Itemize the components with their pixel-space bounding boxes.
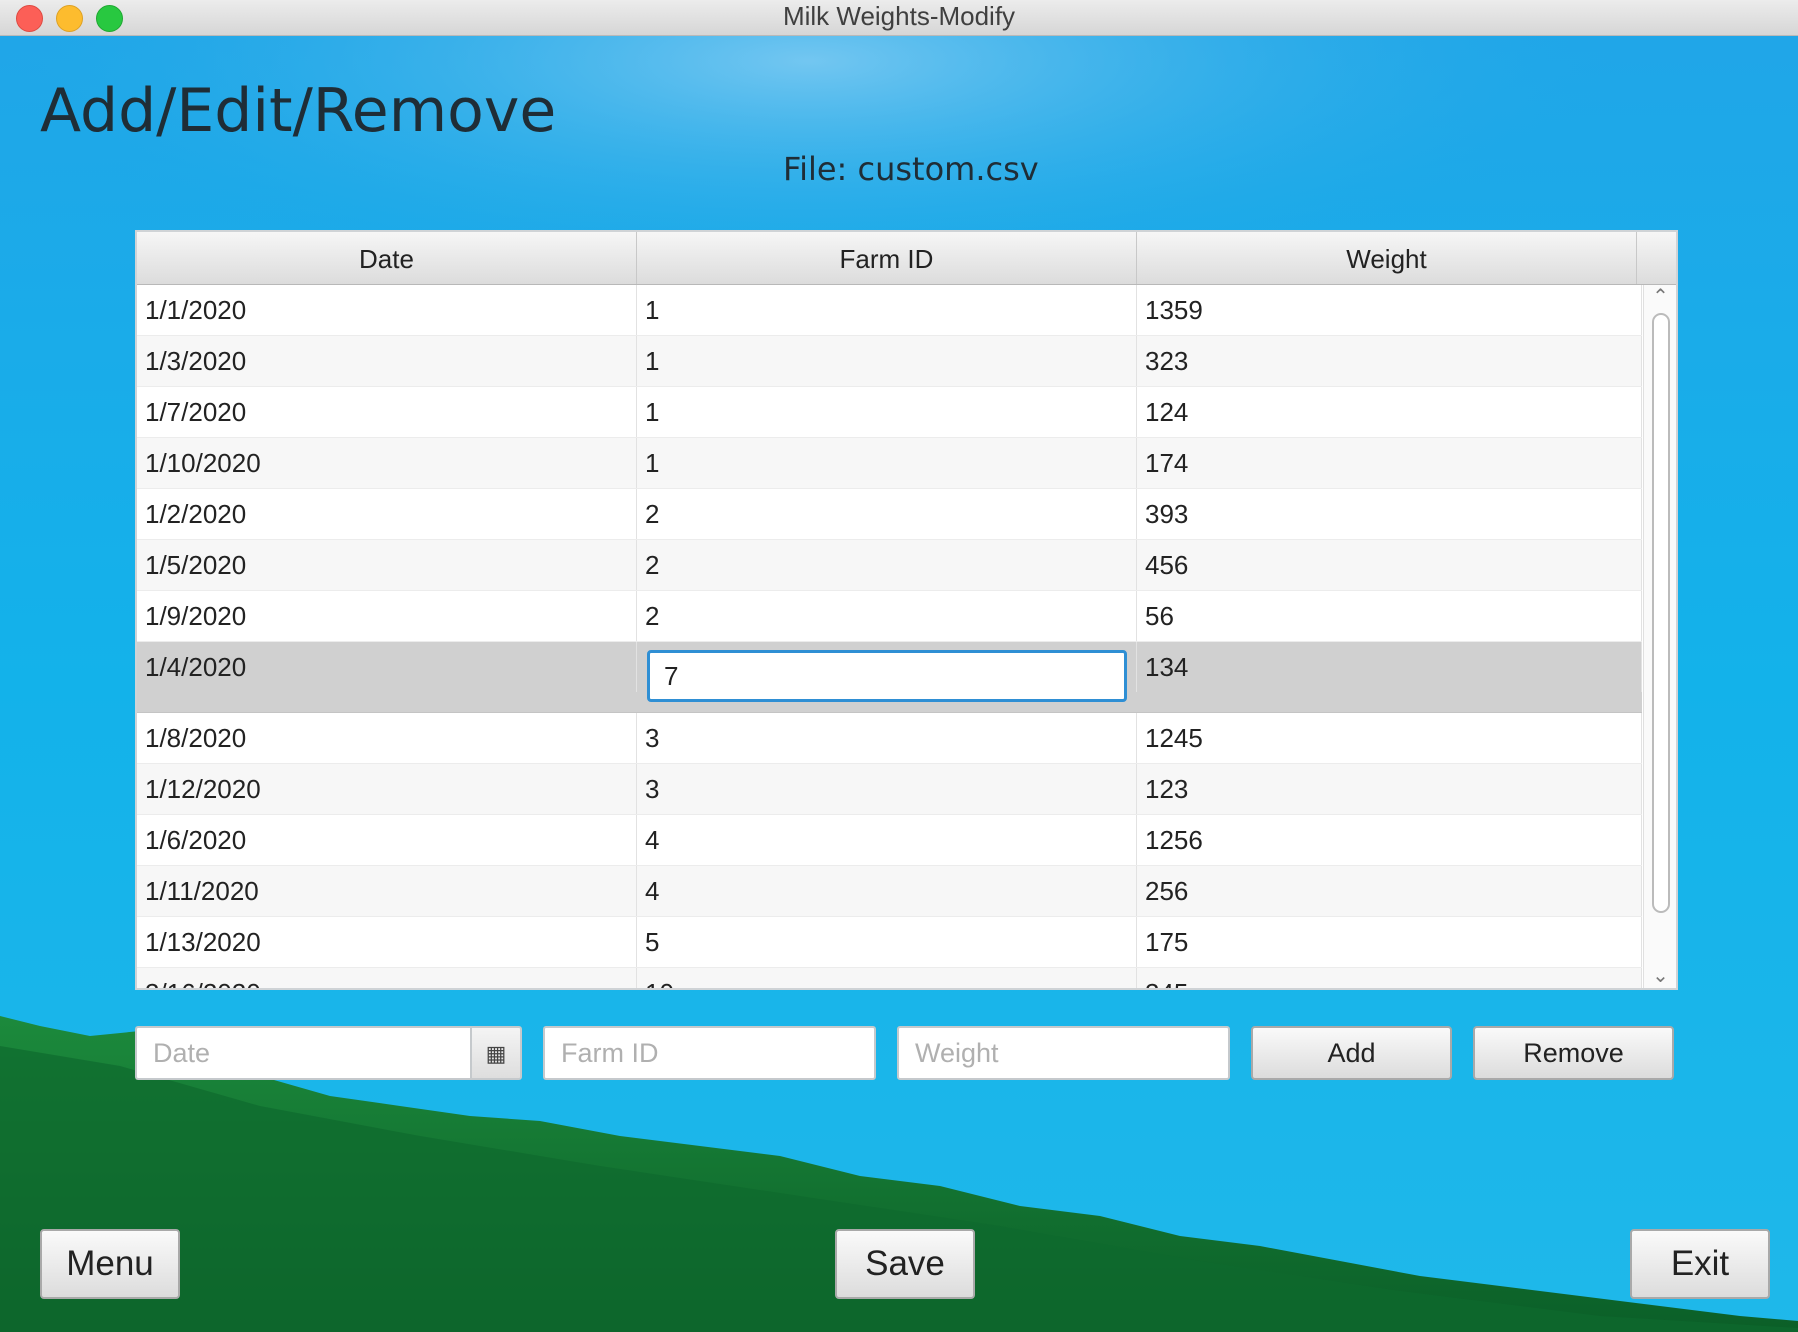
cell-farm-id[interactable]: 4 [637, 866, 1137, 916]
table-row[interactable]: 1/13/2020 5 175 [137, 917, 1642, 968]
cell-weight[interactable]: 174 [1137, 438, 1642, 488]
cell-farm-id[interactable]: 1 [637, 336, 1137, 386]
cell-farm-id[interactable]: 3 [637, 764, 1137, 814]
cell-farm-id[interactable]: 1 [637, 387, 1137, 437]
cell-farm-id[interactable]: 10 [637, 968, 1137, 988]
table-scrollbar[interactable]: ⌃ ⌄ [1643, 285, 1676, 988]
table-row[interactable]: 3/16/202010345 [137, 968, 1642, 988]
milk-weights-table: Date Farm ID Weight 1/1/2020 1 1359 1/3/202… [135, 230, 1678, 990]
table-row[interactable]: 1/12/2020 3 123 [137, 764, 1642, 815]
cell-farm-id[interactable]: 4 [637, 815, 1137, 865]
table-row[interactable]: 1/3/2020 1 323 [137, 336, 1642, 387]
cell-farm-id[interactable]: 1 [637, 438, 1137, 488]
table-row[interactable]: 1/9/2020 2 56 [137, 591, 1642, 642]
cell-date[interactable]: 1/4/2020 [137, 642, 637, 692]
cell-farm-id[interactable]: 2 [637, 489, 1137, 539]
table-row[interactable]: 1/10/2020 1 174 [137, 438, 1642, 489]
column-header-date[interactable]: Date [137, 232, 637, 284]
column-header-weight[interactable]: Weight [1137, 232, 1637, 284]
menu-button[interactable]: Menu [40, 1229, 180, 1299]
farm-id-edit-input[interactable] [647, 650, 1127, 702]
cell-date[interactable]: 1/12/2020 [137, 764, 637, 814]
file-label: File: custom.csv [783, 150, 1039, 188]
cell-date[interactable]: 1/9/2020 [137, 591, 637, 641]
column-header-farm-id[interactable]: Farm ID [637, 232, 1137, 284]
add-button[interactable]: Add [1251, 1026, 1452, 1080]
cell-date[interactable]: 1/5/2020 [137, 540, 637, 590]
cell-weight[interactable]: 175 [1137, 917, 1642, 967]
table-header: Date Farm ID Weight [137, 232, 1676, 285]
table-row[interactable]: 1/4/2020 134 [137, 642, 1642, 713]
calendar-icon[interactable]: ▦ [470, 1026, 522, 1080]
exit-button[interactable]: Exit [1630, 1229, 1770, 1299]
table-row[interactable]: 1/2/2020 2 393 [137, 489, 1642, 540]
table-row[interactable]: 1/7/2020 1 124 [137, 387, 1642, 438]
table-row[interactable]: 1/5/2020 2 456 [137, 540, 1642, 591]
cell-date[interactable]: 3/16/2020 [137, 968, 637, 988]
cell-date[interactable]: 1/13/2020 [137, 917, 637, 967]
cell-weight[interactable]: 256 [1137, 866, 1642, 916]
table-body: 1/1/2020 1 1359 1/3/2020 1 323 1/7/2020 1 124 1/1… [137, 285, 1642, 988]
table-row[interactable]: 1/11/2020 4 256 [137, 866, 1642, 917]
cell-date[interactable]: 1/7/2020 [137, 387, 637, 437]
table-row[interactable]: 1/8/2020 3 1245 [137, 713, 1642, 764]
cell-farm-id[interactable]: 2 [637, 591, 1137, 641]
chevron-up-icon[interactable]: ⌃ [1644, 285, 1676, 309]
date-input[interactable] [135, 1026, 473, 1080]
cell-weight[interactable]: 1256 [1137, 815, 1642, 865]
cell-weight[interactable]: 393 [1137, 489, 1642, 539]
cell-farm-id[interactable]: 2 [637, 540, 1137, 590]
cell-date[interactable]: 1/1/2020 [137, 285, 637, 335]
cell-farm-id[interactable]: 3 [637, 713, 1137, 763]
table-row[interactable]: 1/1/2020 1 1359 [137, 285, 1642, 336]
cell-weight[interactable]: 323 [1137, 336, 1642, 386]
cell-weight[interactable]: 56 [1137, 591, 1642, 641]
cell-weight[interactable]: 345 [1137, 968, 1642, 988]
column-menu-corner [1637, 232, 1676, 284]
page-title: Add/Edit/Remove [40, 76, 557, 146]
cell-weight[interactable]: 1359 [1137, 285, 1642, 335]
table-row[interactable]: 1/6/2020 4 1256 [137, 815, 1642, 866]
cell-farm-id[interactable]: 5 [637, 917, 1137, 967]
window-title: Milk Weights-Modify [782, 1, 1016, 31]
scrollbar-thumb[interactable] [1652, 313, 1670, 913]
cell-date[interactable]: 1/8/2020 [137, 713, 637, 763]
cell-weight[interactable]: 456 [1137, 540, 1642, 590]
cell-date[interactable]: 1/2/2020 [137, 489, 637, 539]
remove-button[interactable]: Remove [1473, 1026, 1674, 1080]
window-titlebar: Milk Weights-Modify [0, 0, 1798, 36]
cell-farm-id[interactable]: 1 [637, 285, 1137, 335]
cell-weight[interactable]: 1245 [1137, 713, 1642, 763]
weight-input[interactable] [897, 1026, 1230, 1080]
cell-weight[interactable]: 134 [1137, 642, 1642, 692]
cell-farm-id[interactable] [637, 642, 1137, 702]
save-button[interactable]: Save [835, 1229, 975, 1299]
farm-id-input[interactable] [543, 1026, 876, 1080]
cell-weight[interactable]: 123 [1137, 764, 1642, 814]
cell-date[interactable]: 1/3/2020 [137, 336, 637, 386]
cell-date[interactable]: 1/6/2020 [137, 815, 637, 865]
cell-date[interactable]: 1/10/2020 [137, 438, 637, 488]
chevron-down-icon[interactable]: ⌄ [1644, 964, 1676, 988]
cell-date[interactable]: 1/11/2020 [137, 866, 637, 916]
cell-weight[interactable]: 124 [1137, 387, 1642, 437]
